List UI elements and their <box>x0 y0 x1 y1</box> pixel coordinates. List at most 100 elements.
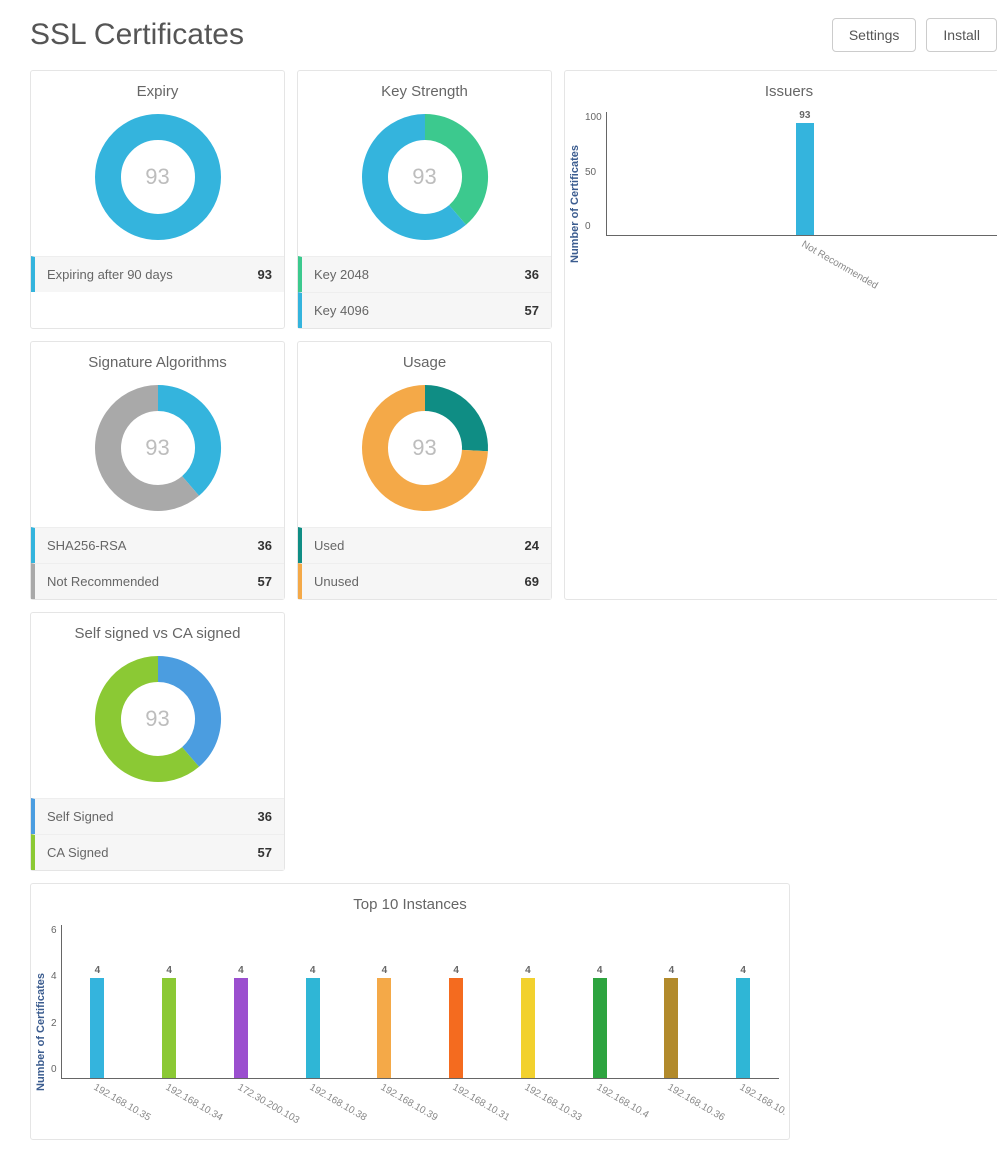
card-expiry: Expiry 93 Expiring after 90 days 93 <box>30 70 285 329</box>
legend-row[interactable]: Key 4096 57 <box>298 292 551 328</box>
bar[interactable] <box>377 978 391 1078</box>
card-issuers: Issuers Number of Certificates 100 50 0 93… <box>564 70 997 600</box>
install-button[interactable]: Install <box>926 18 997 52</box>
y-tick: 0 <box>585 221 602 232</box>
bar-value-label: 4 <box>95 965 101 976</box>
bar-col[interactable]: 4192.168.10.4 <box>564 965 636 1078</box>
legend-label: Expiring after 90 days <box>47 267 173 282</box>
bar[interactable] <box>736 978 750 1078</box>
plot-area: 4192.168.10.354192.168.10.344172.30.200.… <box>61 925 779 1079</box>
legend-value: 36 <box>258 538 272 553</box>
y-tick: 2 <box>51 1018 57 1029</box>
y-ticks: 100 50 0 <box>581 112 606 232</box>
legend-label: CA Signed <box>47 845 108 860</box>
bar-col[interactable]: 4192.168.10.33 <box>492 965 564 1078</box>
header-actions: Settings Install <box>832 18 997 52</box>
y-tick: 50 <box>585 167 602 178</box>
legend-row[interactable]: Not Recommended 57 <box>31 563 284 599</box>
legend-label: Key 2048 <box>314 267 369 282</box>
card-top10: Top 10 Instances Number of Certificates … <box>30 883 790 1140</box>
legend-value: 57 <box>525 303 539 318</box>
card-title: Issuers <box>565 71 997 106</box>
legend-value: 57 <box>258 574 272 589</box>
bar[interactable] <box>796 123 814 235</box>
legend-label: Not Recommended <box>47 574 159 589</box>
bar[interactable] <box>234 978 248 1078</box>
legend-value: 69 <box>525 574 539 589</box>
bar-value-label: 93 <box>799 110 810 121</box>
donut-chart-expiry[interactable]: 93 <box>31 106 284 256</box>
legend-label: Used <box>314 538 344 553</box>
y-tick: 6 <box>51 925 57 936</box>
card-signed: Self signed vs CA signed 93 Self Signed 3… <box>30 612 285 871</box>
bar-chart-top10[interactable]: Number of Certificates 6 4 2 0 4192.168.10.… <box>31 919 789 1139</box>
bar[interactable] <box>90 978 104 1078</box>
page-header: SSL Certificates Settings Install <box>30 0 997 70</box>
bar-value-label: 4 <box>310 965 316 976</box>
card-title: Signature Algorithms <box>31 342 284 377</box>
plot-area: 93Not Recommended <box>606 112 997 236</box>
legend-row[interactable]: Key 2048 36 <box>298 256 551 292</box>
dashboard-grid: Expiry 93 Expiring after 90 days 93 Key S… <box>30 70 997 1140</box>
bar-col[interactable]: 4192.168.10. <box>707 965 779 1078</box>
legend-value: 36 <box>258 809 272 824</box>
card-keystrength: Key Strength 93 Key 2048 36 Key 4096 57 <box>297 70 552 329</box>
bar-value-label: 4 <box>597 965 603 976</box>
donut-total: 93 <box>93 383 223 513</box>
donut-total: 93 <box>360 112 490 242</box>
y-axis-label: Number of Certificates <box>569 112 581 296</box>
bar[interactable] <box>306 978 320 1078</box>
bar-col[interactable]: 4192.168.10.35 <box>62 965 134 1078</box>
donut-chart-sigalg[interactable]: 93 <box>31 377 284 527</box>
legend-row[interactable]: Unused 69 <box>298 563 551 599</box>
y-axis-label: Number of Certificates <box>35 925 47 1139</box>
bar-value-label: 4 <box>453 965 459 976</box>
donut-chart-keystrength[interactable]: 93 <box>298 106 551 256</box>
bar-col[interactable]: 4172.30.200.103 <box>205 965 277 1078</box>
bar-chart-issuers[interactable]: Number of Certificates 100 50 0 93Not Reco… <box>565 106 997 296</box>
card-sigalg: Signature Algorithms 93 SHA256-RSA 36 Not … <box>30 341 285 600</box>
bar-col[interactable]: 4192.168.10.36 <box>636 965 708 1078</box>
bar-col[interactable]: 93Not Recommended <box>607 110 997 235</box>
legend-label: Key 4096 <box>314 303 369 318</box>
bar-value-label: 4 <box>166 965 172 976</box>
y-tick: 100 <box>585 112 602 123</box>
bar[interactable] <box>449 978 463 1078</box>
donut-total: 93 <box>93 654 223 784</box>
bar-col[interactable]: 4192.168.10.38 <box>277 965 349 1078</box>
y-tick: 0 <box>51 1064 57 1075</box>
bar-col[interactable]: 4192.168.10.31 <box>420 965 492 1078</box>
bar[interactable] <box>593 978 607 1078</box>
legend-label: Unused <box>314 574 359 589</box>
card-title: Key Strength <box>298 71 551 106</box>
legend-row[interactable]: Self Signed 36 <box>31 798 284 834</box>
bar-value-label: 4 <box>525 965 531 976</box>
bar-col[interactable]: 4192.168.10.39 <box>349 965 421 1078</box>
bar[interactable] <box>521 978 535 1078</box>
legend-value: 24 <box>525 538 539 553</box>
legend-label: Self Signed <box>47 809 114 824</box>
card-title: Usage <box>298 342 551 377</box>
donut-chart-usage[interactable]: 93 <box>298 377 551 527</box>
y-tick: 4 <box>51 971 57 982</box>
legend-label: SHA256-RSA <box>47 538 126 553</box>
legend-value: 36 <box>525 267 539 282</box>
legend-row[interactable]: Expiring after 90 days 93 <box>31 256 284 292</box>
bar[interactable] <box>664 978 678 1078</box>
card-title: Expiry <box>31 71 284 106</box>
donut-chart-signed[interactable]: 93 <box>31 648 284 798</box>
donut-total: 93 <box>93 112 223 242</box>
settings-button[interactable]: Settings <box>832 18 917 52</box>
legend-row[interactable]: Used 24 <box>298 527 551 563</box>
bar-col[interactable]: 4192.168.10.34 <box>133 965 205 1078</box>
card-usage: Usage 93 Used 24 Unused 69 <box>297 341 552 600</box>
card-title: Self signed vs CA signed <box>31 613 284 648</box>
card-title: Top 10 Instances <box>31 884 789 919</box>
bar[interactable] <box>162 978 176 1078</box>
bar-value-label: 4 <box>740 965 746 976</box>
donut-total: 93 <box>360 383 490 513</box>
bar-value-label: 4 <box>238 965 244 976</box>
legend-value: 93 <box>258 267 272 282</box>
legend-row[interactable]: CA Signed57 <box>31 834 284 870</box>
legend-row[interactable]: SHA256-RSA 36 <box>31 527 284 563</box>
